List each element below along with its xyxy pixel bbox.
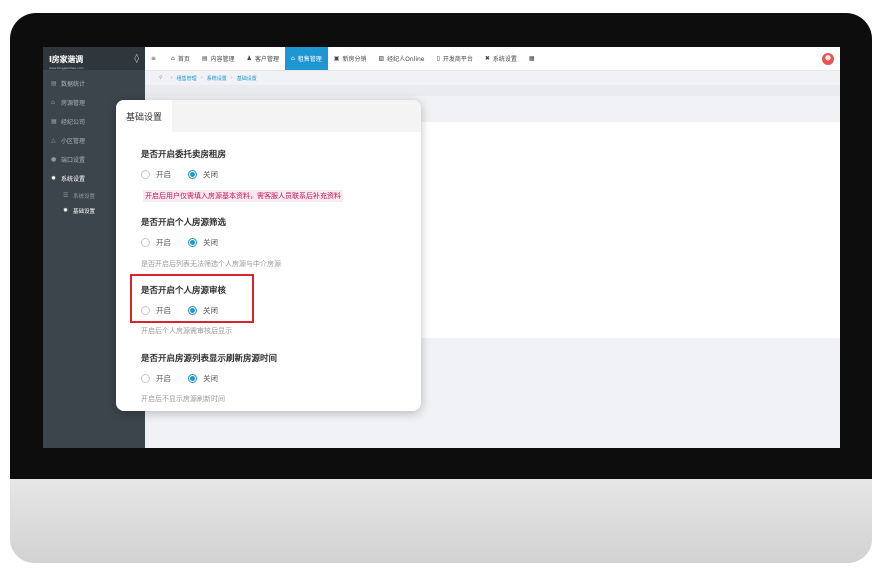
breadcrumb-item[interactable]: 基础设置 (237, 75, 257, 82)
file-icon: ▯ (436, 55, 440, 62)
setting-radio-group: 开启 关闭 (141, 169, 235, 180)
list-icon: ☰ (63, 192, 69, 199)
nav-agent-online[interactable]: ▧ 经纪人Online (372, 47, 430, 70)
bar-chart-icon: ▤ (51, 80, 57, 87)
breadcrumb-item[interactable]: 租售管理 (177, 75, 197, 82)
setting-title: 是否开启房源列表显示刷新房源时间 (141, 354, 278, 364)
home-icon: ⌂ (51, 99, 55, 106)
highlight-box (130, 274, 254, 323)
nav-developer-platform[interactable]: ▯ 开发商平台 (431, 47, 479, 70)
setting-hint: 开启后不显示房源刷新时间 (141, 395, 225, 403)
home-icon: ⌂ (171, 55, 175, 62)
breadcrumb: ⚲ › 租售管理 › 系统设置 › 基础设置 (159, 75, 257, 82)
document-icon: ▤ (201, 55, 208, 62)
modal-tab-bar: 基础设置 (116, 100, 421, 132)
radio-open[interactable] (141, 238, 150, 247)
briefcase-icon: ▧ (378, 55, 385, 62)
nav-menu-toggle[interactable]: ≡ (145, 47, 165, 70)
nav-system-settings[interactable]: ✖ 系统设置 (479, 47, 523, 70)
tab-basic-settings[interactable]: 基础设置 (116, 100, 172, 132)
nav-rental-sales[interactable]: ⌂ 租售管理 (284, 47, 328, 70)
breadcrumb-item[interactable]: 系统设置 (207, 75, 227, 82)
radio-close[interactable] (188, 238, 197, 247)
setting-title: 是否开启个人房源筛选 (141, 218, 227, 228)
radio-close[interactable] (188, 170, 197, 179)
sidebar-item-stats[interactable]: ▤ 数据统计 (43, 74, 145, 93)
building-icon: ▦ (51, 118, 57, 125)
monitor-chin (10, 479, 872, 563)
radio-open[interactable] (141, 170, 150, 179)
settings-modal: 基础设置 是否开启委托卖房租房 开启 关闭 开启后用户仅需填入房源基本资料，需客… (116, 100, 421, 411)
user-avatar[interactable]: ☻ (822, 52, 834, 65)
nav-content[interactable]: ▤ 内容管理 (196, 47, 241, 70)
community-icon: △ (51, 137, 56, 144)
port-icon: ● (51, 156, 57, 163)
water-drop-icon[interactable]: ◊ (135, 54, 139, 64)
top-navigation: ≡ ⌂ 首页 ▤ 内容管理 ♟ 客户管理 ⌂ 租售管理 ▣ 新房分销 ▧ 经纪人Online… (145, 47, 840, 71)
nav-new-homes[interactable]: ▣ 新房分销 (328, 47, 373, 70)
setting-radio-group: 开启 关闭 (141, 373, 235, 384)
radio-open[interactable] (141, 374, 150, 383)
logo[interactable]: I房家谐调 www.fangjiazxtiao.com (49, 47, 84, 70)
setting-hint: 开启后个人房源需审核后显示 (141, 327, 232, 335)
menu-icon: ≡ (151, 55, 157, 62)
user-plus-icon: ♟ (246, 55, 252, 62)
gear-icon: ✹ (51, 175, 57, 182)
setting-warning-note: 开启后用户仅需填入房源基本资料，需客服人员联系后补充资料 (143, 190, 343, 202)
content-header-bar (145, 85, 840, 96)
home-icon: ⌂ (290, 55, 295, 62)
logo-bar: I房家谐调 www.fangjiazxtiao.com ◊ (43, 47, 145, 70)
tools-icon: ✖ (484, 55, 490, 62)
nav-home[interactable]: ⌂ 首页 (165, 47, 196, 70)
gear-icon: ✹ (63, 207, 69, 214)
setting-radio-group: 开启 关闭 (141, 237, 235, 248)
setting-hint: 是否开启后列表无法筛选个人房源与中介房源 (141, 260, 281, 268)
grid-icon: ▦ (528, 55, 535, 62)
location-icon: ⚲ (159, 75, 163, 81)
nav-grid[interactable]: ▦ (523, 47, 544, 70)
monitor-icon: ▣ (333, 55, 340, 62)
radio-close[interactable] (188, 374, 197, 383)
setting-title: 是否开启委托卖房租房 (141, 150, 227, 160)
nav-customers[interactable]: ♟ 客户管理 (241, 47, 285, 70)
